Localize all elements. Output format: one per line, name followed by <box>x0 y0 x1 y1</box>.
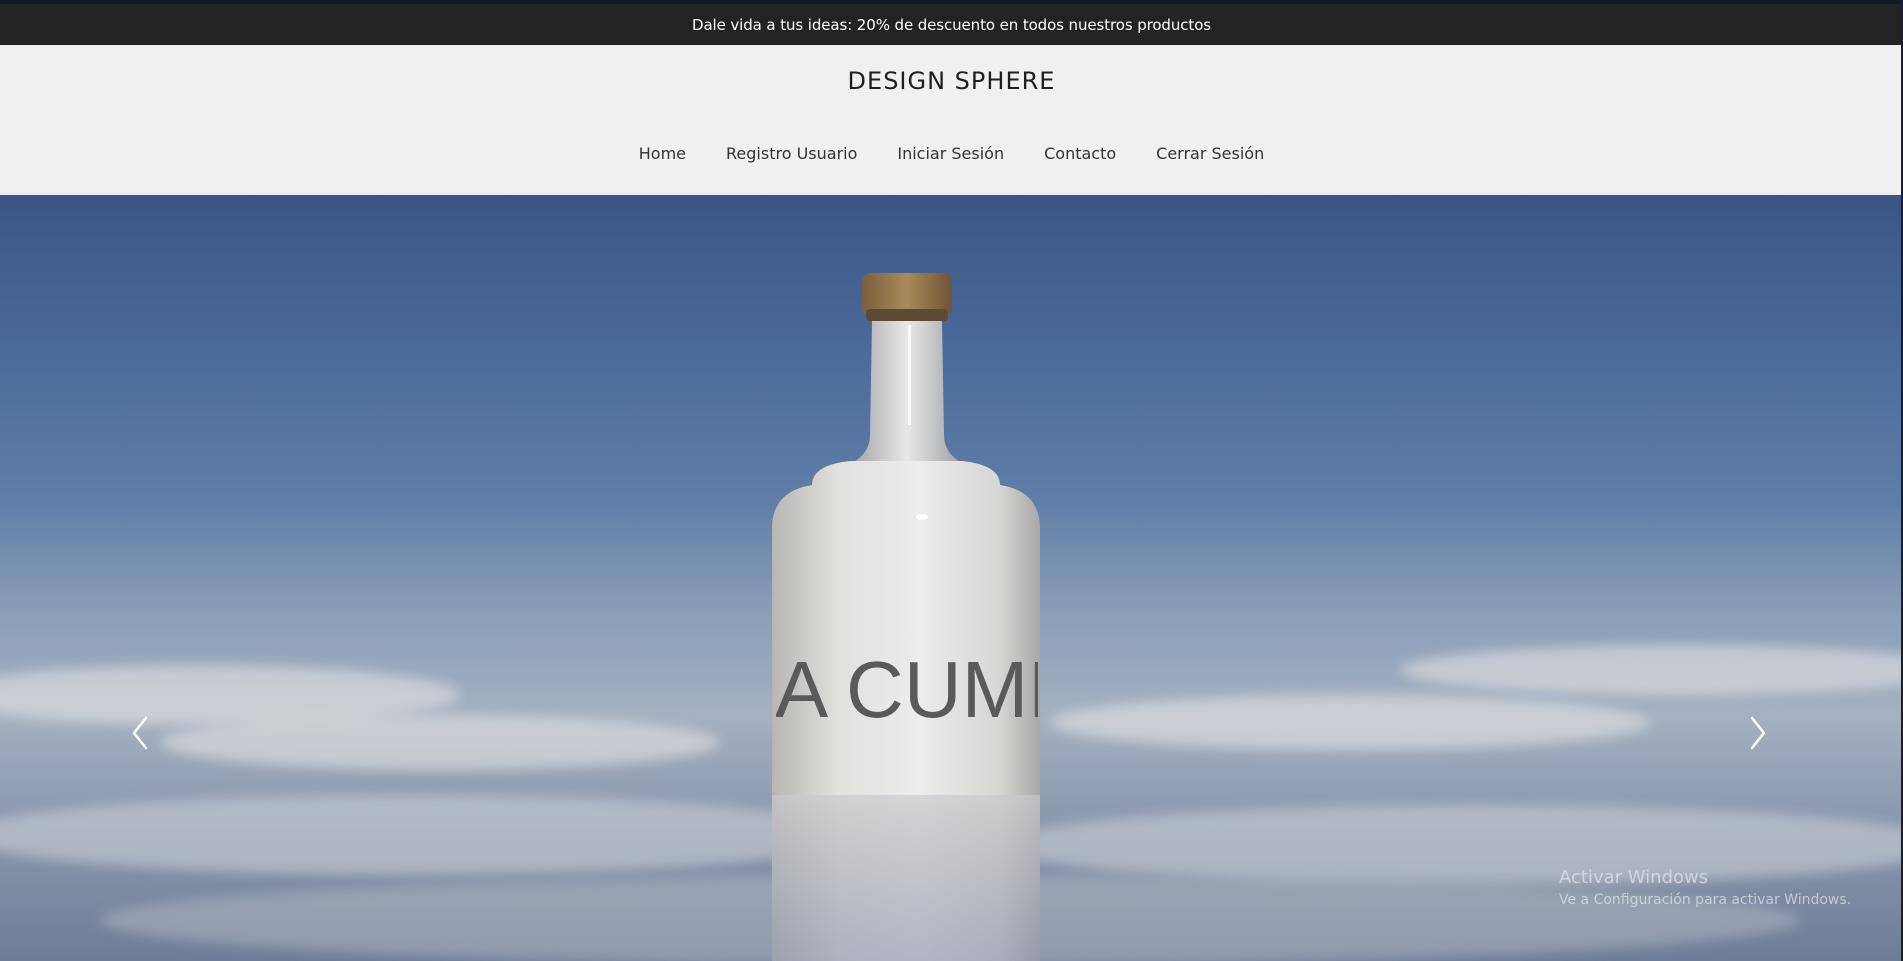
nav-iniciar-sesion[interactable]: Iniciar Sesión <box>897 144 1004 163</box>
nav-cerrar-sesion[interactable]: Cerrar Sesión <box>1156 144 1264 163</box>
carousel-next-button[interactable] <box>1738 708 1778 758</box>
bottle-image: LA CUMB <box>730 273 1081 961</box>
nav-registro-usuario[interactable]: Registro Usuario <box>726 144 857 163</box>
bottle-shine <box>916 514 928 520</box>
watermark-subtitle: Ve a Configuración para activar Windows. <box>1559 892 1852 908</box>
nav-contacto[interactable]: Contacto <box>1044 144 1116 163</box>
bottle-neck-highlight <box>908 325 911 425</box>
chevron-right-icon <box>1750 716 1766 750</box>
bottle-neck <box>852 321 962 467</box>
page: Dale vida a tus ideas: 20% de descuento … <box>0 0 1903 961</box>
carousel-prev-button[interactable] <box>120 708 160 758</box>
chevron-left-icon <box>132 716 148 750</box>
bottle-label-text: LA CUMB <box>730 645 1081 734</box>
windows-activation-watermark: Activar Windows Ve a Configuración para … <box>1559 867 1851 908</box>
bottle-base <box>772 795 1040 961</box>
promo-bar: Dale vida a tus ideas: 20% de descuento … <box>0 4 1903 45</box>
bottle-cork <box>862 273 952 315</box>
brand-logo-text[interactable]: DESIGN SPHERE <box>0 67 1903 95</box>
nav-home[interactable]: Home <box>639 144 686 163</box>
promo-text: Dale vida a tus ideas: 20% de descuento … <box>692 15 1211 34</box>
bottle-cork-rim <box>866 309 948 321</box>
hero-carousel: LA CUMB Activar Windows Ve a Configuraci… <box>0 195 1903 961</box>
watermark-title: Activar Windows <box>1559 867 1709 888</box>
main-nav: Home Registro Usuario Iniciar Sesión Con… <box>0 144 1903 163</box>
site-header: DESIGN SPHERE Home Registro Usuario Inic… <box>0 45 1903 195</box>
